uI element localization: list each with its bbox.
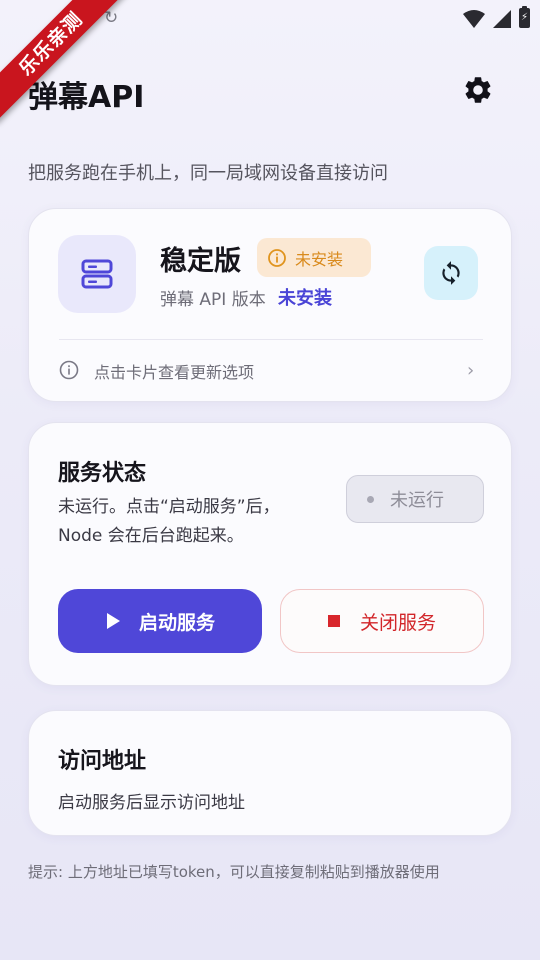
version-channel-name: 稳定版 [160,246,241,277]
ribbon-label: 乐乐亲测 [0,0,130,123]
start-service-button[interactable]: 启动服务 [58,589,262,653]
version-card[interactable]: 稳定版 未安装 弹幕 API 版本 未安装 点击卡片查看更新选项 › [28,208,512,402]
battery-charging-glyph: ⚡ [520,12,529,23]
access-address-description: 启动服务后显示访问地址 [58,793,245,813]
refresh-button[interactable] [424,246,478,300]
page-subtitle: 把服务跑在手机上，同一局域网设备直接访问 [28,163,388,184]
corner-ribbon: 乐乐亲测 [0,0,140,140]
service-status-title: 服务状态 [58,461,147,486]
wifi-icon [463,10,485,28]
footer-tip: 提示: 上方地址已填写token，可以直接复制粘贴到播放器使用 [28,863,440,881]
version-value: 未安装 [278,288,332,309]
install-badge-label: 未安装 [295,249,344,269]
stop-icon [327,615,340,627]
stop-service-label: 关闭服务 [359,611,436,634]
version-label: 弹幕 API 版本 [160,290,266,310]
signal-icon [493,10,511,28]
battery-icon: ⚡ [519,6,530,28]
refresh-icon [442,261,460,285]
install-status-badge: 未安装 [257,238,371,277]
start-service-label: 启动服务 [138,611,215,634]
stop-service-button[interactable]: 关闭服务 [280,589,484,653]
server-glyph [81,259,113,289]
service-status-card: 服务状态 未运行。点击“启动服务”后，Node 会在后台跑起来。 未运行 启动服… [28,422,512,686]
settings-button[interactable] [458,70,498,110]
service-status-text: 未运行 [390,490,444,511]
chevron-right-icon: › [467,360,475,381]
status-dot [367,495,374,503]
divider [59,339,483,340]
access-address-title: 访问地址 [58,749,147,774]
service-status-badge: 未运行 [346,475,484,523]
server-icon [58,235,136,313]
update-hint: 点击卡片查看更新选项 [94,363,255,382]
play-icon [106,613,120,629]
status-bar-right: ⚡ [463,6,530,28]
access-address-card: 访问地址 启动服务后显示访问地址 [28,710,512,836]
gear-icon [465,77,491,103]
info-icon [59,360,79,380]
info-icon [268,248,286,267]
service-status-description: 未运行。点击“启动服务”后，Node 会在后台跑起来。 [58,497,280,546]
